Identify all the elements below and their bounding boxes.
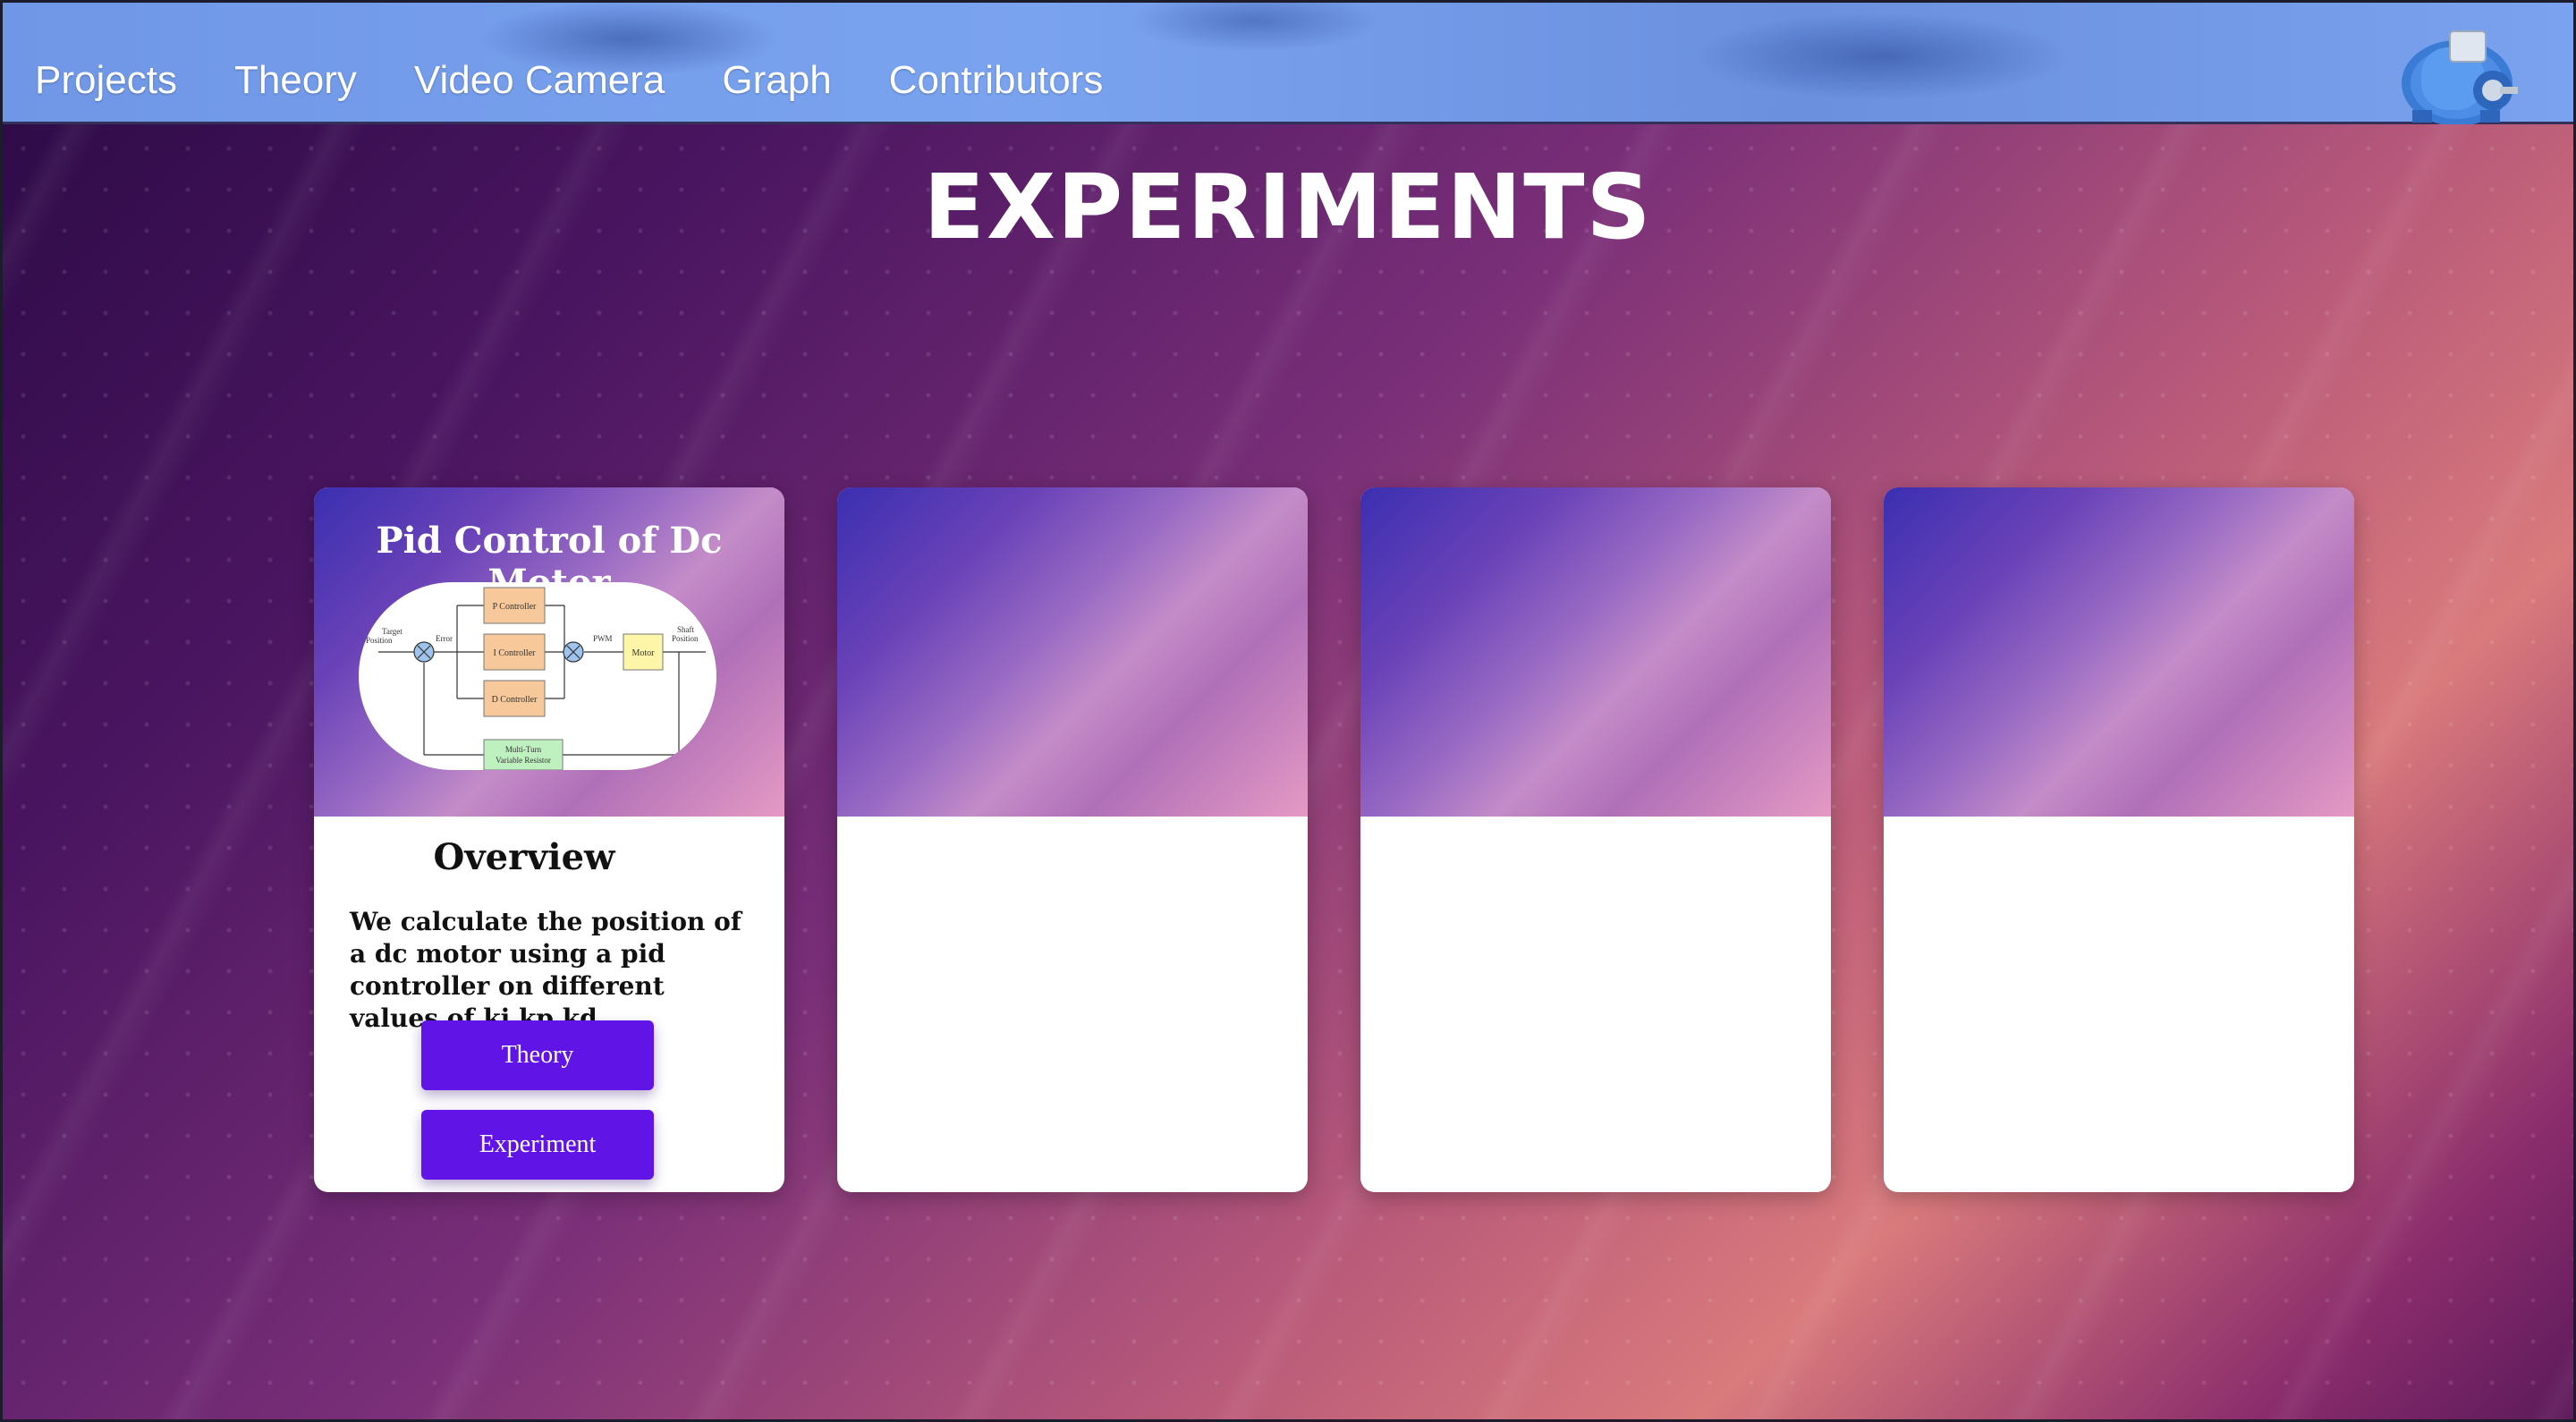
pwm-label: PWM xyxy=(593,634,613,643)
motor-label: Motor xyxy=(632,648,656,658)
target-label-line2: Position xyxy=(366,636,393,645)
target-label-line1: Target xyxy=(382,627,402,636)
nav-link-projects[interactable]: Projects xyxy=(35,58,177,103)
overview-heading: Overview xyxy=(433,836,615,878)
nav-link-contributors[interactable]: Contributors xyxy=(889,58,1104,103)
card-header xyxy=(1884,487,2354,817)
nav-link-theory[interactable]: Theory xyxy=(234,58,357,103)
experiment-button[interactable]: Experiment xyxy=(421,1110,654,1180)
nav-links: Projects Theory Video Camera Graph Contr… xyxy=(35,58,1103,103)
error-label: Error xyxy=(436,634,453,643)
pid-block-diagram: P Controller I Controller D Controller M… xyxy=(359,582,716,770)
card-header: Pid Control of Dc Motor xyxy=(314,487,784,817)
theory-button[interactable]: Theory xyxy=(421,1020,654,1090)
card-header xyxy=(837,487,1308,817)
card-body xyxy=(1360,817,1831,1192)
shaft-label-line1: Shaft xyxy=(677,625,694,634)
nav-link-graph[interactable]: Graph xyxy=(722,58,831,103)
page-title: EXPERIMENTS xyxy=(923,155,1653,259)
card-body: Overview We calculate the position of a … xyxy=(314,817,784,1192)
p-controller-label: P Controller xyxy=(493,602,537,612)
d-controller-label: D Controller xyxy=(492,695,538,705)
shaft-label-line2: Position xyxy=(672,634,699,643)
card-body xyxy=(837,817,1308,1192)
experiment-card-empty xyxy=(1360,487,1831,1192)
sensor-label-line1: Multi-Turn xyxy=(505,745,542,754)
experiment-card-empty xyxy=(1884,487,2354,1192)
card-description: We calculate the position of a dc motor … xyxy=(350,907,741,1033)
sensor-label-line2: Variable Resistor xyxy=(496,756,551,765)
nav-link-video-camera[interactable]: Video Camera xyxy=(414,58,665,103)
navbar: Projects Theory Video Camera Graph Contr… xyxy=(3,3,2573,126)
i-controller-label: I Controller xyxy=(494,648,537,658)
card-header xyxy=(1360,487,1831,817)
motor-icon[interactable] xyxy=(2394,21,2520,126)
card-body xyxy=(1884,817,2354,1192)
experiment-card: Pid Control of Dc Motor xyxy=(314,487,784,1192)
experiment-card-empty xyxy=(837,487,1308,1192)
